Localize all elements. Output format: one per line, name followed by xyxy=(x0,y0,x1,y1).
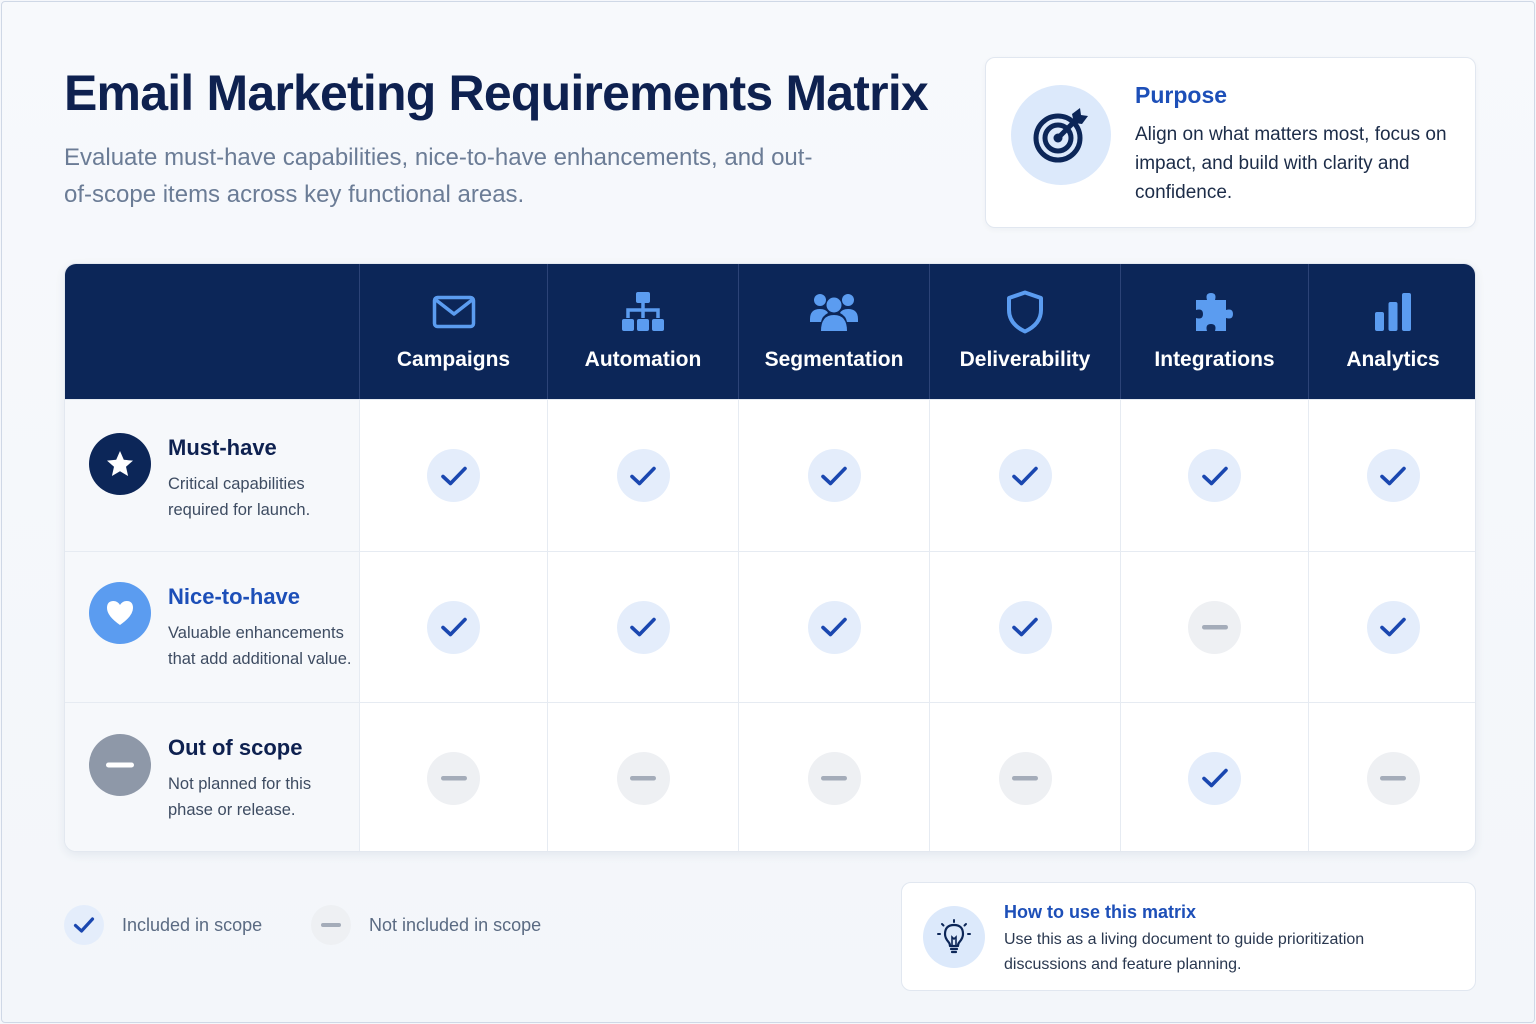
puzzle-icon xyxy=(1194,291,1236,333)
matrix-cell xyxy=(929,551,1120,702)
matrix-cell xyxy=(929,702,1120,851)
purpose-card: Purpose Align on what matters most, focu… xyxy=(985,57,1476,228)
row-title: Nice-to-have xyxy=(168,584,301,609)
row-label-out-of-scope: Out of scope Not planned for this phase … xyxy=(65,702,359,851)
matrix-cell xyxy=(547,551,738,702)
check-icon xyxy=(616,449,670,502)
legend-included: Included in scope xyxy=(64,904,262,946)
bar-chart-icon xyxy=(1374,291,1412,333)
column-header-integrations: Integrations xyxy=(1120,264,1308,399)
check-icon xyxy=(1366,600,1420,654)
column-label: Integrations xyxy=(1154,348,1275,371)
column-header-campaigns: Campaigns xyxy=(359,264,547,399)
row-description: Critical capabilities required for launc… xyxy=(168,475,311,519)
purpose-title: Purpose xyxy=(1135,82,1228,108)
matrix-cell xyxy=(1120,551,1308,702)
row-title: Must-have xyxy=(168,435,277,460)
column-header-automation: Automation xyxy=(547,264,738,399)
check-icon xyxy=(1188,751,1241,805)
column-label: Automation xyxy=(584,348,702,371)
matrix-cell xyxy=(1120,399,1308,551)
matrix-cell xyxy=(1308,399,1475,551)
dash-icon xyxy=(998,751,1052,805)
dash-icon xyxy=(1366,751,1420,805)
envelope-icon xyxy=(432,291,476,333)
check-icon xyxy=(998,449,1052,502)
check-icon xyxy=(807,449,861,502)
shield-icon xyxy=(1005,290,1045,334)
matrix-cell xyxy=(359,551,547,702)
check-icon xyxy=(1188,449,1241,502)
hierarchy-icon xyxy=(621,291,665,333)
check-icon xyxy=(1366,449,1420,502)
heart-icon xyxy=(89,582,151,644)
how-to-card: How to use this matrix Use this as a liv… xyxy=(901,882,1476,991)
column-label: Segmentation xyxy=(764,348,904,371)
matrix-cell xyxy=(929,399,1120,551)
dash-icon xyxy=(311,905,351,945)
column-header-deliverability: Deliverability xyxy=(929,264,1120,399)
check-icon xyxy=(998,600,1052,654)
row-label-nice-to-have: Nice-to-have Valuable enhancements that … xyxy=(65,551,359,702)
matrix-cell xyxy=(1308,702,1475,851)
purpose-text: Align on what matters most, focus on imp… xyxy=(1135,124,1447,203)
how-to-text: Use this as a living document to guide p… xyxy=(1004,931,1365,973)
row-title: Out of scope xyxy=(168,735,303,760)
row-description: Valuable enhancements that add additiona… xyxy=(168,624,352,668)
lightbulb-icon xyxy=(923,906,985,968)
row-label-must-have: Must-have Critical capabilities required… xyxy=(65,399,359,551)
matrix-header: Campaigns Automation Segmentation Delive… xyxy=(65,264,1475,399)
matrix-cell xyxy=(1308,551,1475,702)
matrix-cell xyxy=(1120,702,1308,851)
check-icon xyxy=(427,600,480,654)
row-description: Not planned for this phase or release. xyxy=(168,775,312,819)
column-label: Campaigns xyxy=(396,348,511,371)
matrix-cell xyxy=(359,702,547,851)
check-icon xyxy=(64,905,104,945)
matrix-cell xyxy=(738,551,929,702)
matrix-cell xyxy=(359,399,547,551)
legend-excluded-label: Not included in scope xyxy=(369,914,542,935)
people-icon xyxy=(810,291,858,333)
page-subtitle: Evaluate must-have capabilities, nice-to… xyxy=(64,144,813,208)
column-label: Deliverability xyxy=(959,348,1091,371)
matrix-cell xyxy=(547,399,738,551)
dash-icon xyxy=(616,751,670,805)
minus-icon xyxy=(89,734,151,796)
matrix-cell xyxy=(547,702,738,851)
dash-icon xyxy=(807,751,861,805)
matrix-cell xyxy=(738,702,929,851)
star-icon xyxy=(89,433,151,495)
matrix-cell xyxy=(738,399,929,551)
check-icon xyxy=(427,449,480,502)
target-icon xyxy=(1011,85,1111,185)
dash-icon xyxy=(427,751,480,805)
how-to-title: How to use this matrix xyxy=(1004,902,1197,922)
column-header-segmentation: Segmentation xyxy=(738,264,929,399)
page-title: Email Marketing Requirements Matrix xyxy=(64,65,929,121)
column-label: Analytics xyxy=(1346,348,1440,371)
legend-excluded: Not included in scope xyxy=(311,904,541,946)
dash-icon xyxy=(1188,600,1241,654)
page-frame: Email Marketing Requirements Matrix Eval… xyxy=(1,1,1535,1023)
column-header-analytics: Analytics xyxy=(1308,264,1475,399)
legend-included-label: Included in scope xyxy=(122,914,263,935)
requirements-matrix: Campaigns Automation Segmentation Delive… xyxy=(64,263,1476,852)
check-icon xyxy=(616,600,670,654)
check-icon xyxy=(807,600,861,654)
